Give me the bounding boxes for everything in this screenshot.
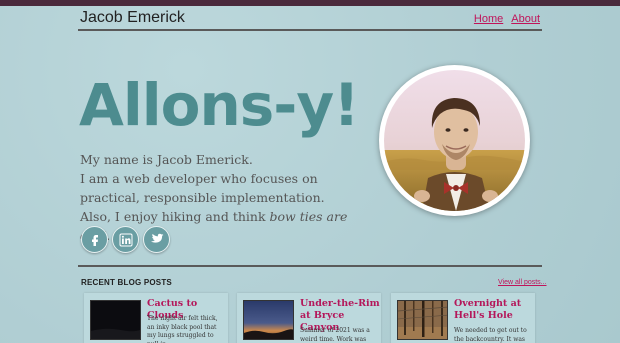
- main-nav: Home About: [474, 13, 540, 25]
- linkedin-button[interactable]: [112, 226, 139, 253]
- forest-image: [398, 301, 447, 339]
- intro-line-name: My name is Jacob Emerick.: [80, 152, 253, 167]
- blog-post-card[interactable]: Cactus to Clouds The night air felt thic…: [84, 293, 228, 343]
- post-excerpt: The night air felt thick, an inky black …: [147, 315, 218, 343]
- twitter-button[interactable]: [143, 226, 170, 253]
- canyon-sunset-image: [244, 301, 293, 339]
- linkedin-icon: [119, 233, 132, 246]
- post-excerpt: We needed to get out to the backcountry.…: [454, 327, 527, 343]
- facebook-button[interactable]: [81, 226, 108, 253]
- site-title[interactable]: Jacob Emerick: [80, 9, 185, 27]
- twitter-icon: [150, 233, 164, 243]
- site-header: Jacob Emerick Home About: [78, 6, 542, 31]
- hero-title: Allons-y!: [79, 71, 360, 139]
- night-sky-image: [91, 301, 140, 339]
- recent-posts-heading: RECENT BLOG POSTS: [81, 278, 172, 287]
- post-thumbnail[interactable]: [90, 300, 141, 340]
- social-links: [81, 226, 170, 253]
- nav-link-home[interactable]: Home: [474, 13, 503, 25]
- blog-post-card[interactable]: Overnight at Hell's Hole We needed to ge…: [391, 293, 535, 343]
- facebook-icon: [91, 234, 98, 246]
- post-title[interactable]: Overnight at Hell's Hole: [454, 298, 534, 322]
- portrait-image: [384, 70, 525, 211]
- blog-post-card[interactable]: Under-the-Rim at Bryce Canyon Summer of …: [237, 293, 381, 343]
- post-excerpt: Summer of 2021 was a weird time. Work wa…: [300, 327, 370, 343]
- section-divider: [78, 265, 542, 267]
- post-thumbnail[interactable]: [243, 300, 294, 340]
- avatar-photo: [384, 70, 525, 211]
- nav-link-about[interactable]: About: [511, 13, 540, 25]
- post-thumbnail[interactable]: [397, 300, 448, 340]
- view-all-posts-link[interactable]: View all posts...: [498, 279, 547, 286]
- avatar: [379, 65, 530, 216]
